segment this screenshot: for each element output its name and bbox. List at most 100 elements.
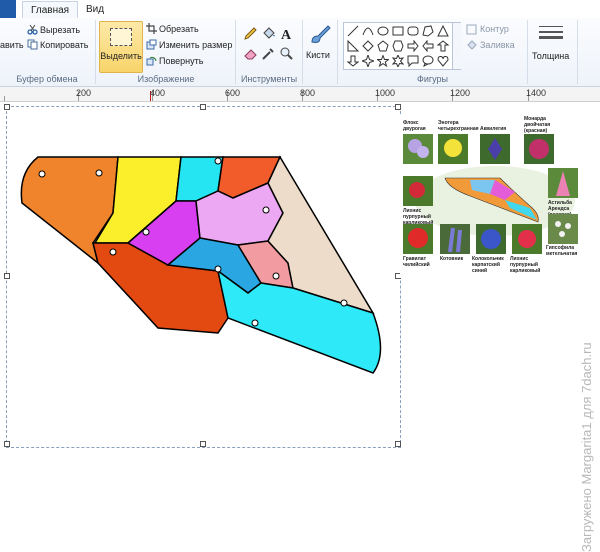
plant-photo-phlox xyxy=(403,134,433,164)
resize-handle[interactable] xyxy=(200,104,206,110)
star4-shape-icon[interactable] xyxy=(362,55,374,67)
fill-bucket-icon[interactable] xyxy=(261,26,276,41)
up-arrow-shape-icon[interactable] xyxy=(437,40,449,52)
left-arrow-shape-icon[interactable] xyxy=(422,40,434,52)
pencil-icon[interactable] xyxy=(243,26,258,41)
scissors-icon xyxy=(27,24,38,35)
plant-marker xyxy=(262,206,270,214)
plant-label: Лихнис пурпурный карликовый xyxy=(510,256,541,274)
fill-icon xyxy=(467,40,477,50)
plant-label: Флокс двурогая xyxy=(403,120,426,132)
svg-text:A: A xyxy=(281,28,292,41)
plant-marker xyxy=(214,265,222,273)
select-icon xyxy=(110,28,132,46)
color-picker-icon[interactable] xyxy=(261,46,276,61)
resize-handle[interactable] xyxy=(4,104,10,110)
resize-handle[interactable] xyxy=(395,104,401,110)
right-triangle-shape-icon[interactable] xyxy=(347,40,359,52)
plant-marker xyxy=(109,248,117,256)
file-menu-tab[interactable] xyxy=(0,0,16,18)
horizontal-ruler: 200 400 600 800 1000 1200 1400 xyxy=(0,87,600,102)
rotate-button[interactable]: Повернуть xyxy=(159,56,203,66)
outline-icon xyxy=(466,24,477,35)
group-label-tools: Инструменты xyxy=(240,74,298,84)
reference-illustration: Флокс двурогая Энотера четырехгранная Ак… xyxy=(400,116,582,278)
canvas-workspace[interactable]: Флокс двурогая Энотера четырехгранная Ак… xyxy=(0,102,600,552)
heart-shape-icon[interactable] xyxy=(437,55,449,67)
oval-shape-icon[interactable] xyxy=(377,25,389,37)
resize-handle[interactable] xyxy=(395,441,401,447)
plant-photo-evening-primrose xyxy=(438,134,468,164)
ruler-label: 1000 xyxy=(375,88,396,98)
tab-home[interactable]: Главная xyxy=(22,1,79,19)
line-shape-icon[interactable] xyxy=(347,25,359,37)
rotate-icon xyxy=(146,56,157,66)
curve-shape-icon[interactable] xyxy=(362,25,374,37)
plant-marker xyxy=(251,319,259,327)
paste-button[interactable]: авить xyxy=(0,40,24,50)
eraser-icon[interactable] xyxy=(243,46,258,61)
copy-button[interactable]: Копировать xyxy=(40,40,88,50)
resize-handle[interactable] xyxy=(200,441,206,447)
resize-handle[interactable] xyxy=(4,441,10,447)
callout-rect-shape-icon[interactable] xyxy=(407,55,419,67)
divider xyxy=(235,20,236,84)
group-label-shapes: Фигуры xyxy=(416,74,449,84)
rectangle-shape-icon[interactable] xyxy=(392,25,404,37)
polygon-shape-icon[interactable] xyxy=(422,25,434,37)
watermark-text: Загружено Margarita1 для 7dach.ru xyxy=(579,342,594,552)
group-label-clipboard: Буфер обмена xyxy=(16,74,78,84)
diamond-shape-icon[interactable] xyxy=(362,40,374,52)
plant-photo-columbine xyxy=(480,134,510,164)
size-button[interactable]: Толщина xyxy=(532,51,569,61)
tab-view[interactable]: Вид xyxy=(78,1,112,18)
hexagon-shape-icon[interactable] xyxy=(392,40,404,52)
ruler-label: 800 xyxy=(300,88,316,98)
crop-icon xyxy=(146,23,157,34)
ruler-label: 1200 xyxy=(450,88,471,98)
plant-marker xyxy=(95,169,103,177)
plant-marker xyxy=(38,170,46,178)
pentagon-shape-icon[interactable] xyxy=(377,40,389,52)
plant-photo-campanula xyxy=(476,224,506,254)
right-arrow-shape-icon[interactable] xyxy=(407,40,419,52)
select-button[interactable]: Выделить xyxy=(99,21,143,73)
ruler-label: 400 xyxy=(150,88,166,98)
select-label: Выделить xyxy=(100,51,142,61)
star5-shape-icon[interactable] xyxy=(377,55,389,67)
divider xyxy=(577,20,578,84)
plant-photo-astilbe xyxy=(548,168,578,198)
ruler-label: 1400 xyxy=(526,88,547,98)
copy-icon xyxy=(27,39,38,50)
star6-shape-icon[interactable] xyxy=(392,55,404,67)
plant-label: Энотера четырехгранная xyxy=(438,120,479,132)
plant-marker xyxy=(142,228,150,236)
text-icon[interactable]: A xyxy=(279,26,294,41)
plant-label: Гипсофила метельчатая xyxy=(546,245,578,257)
cut-button[interactable]: Вырезать xyxy=(40,25,80,35)
plant-label: Колокольчик карпатский синий xyxy=(472,256,504,274)
plant-marker xyxy=(272,272,280,280)
brush-icon[interactable] xyxy=(308,22,332,46)
triangle-shape-icon[interactable] xyxy=(437,25,449,37)
divider xyxy=(337,20,338,84)
crop-button[interactable]: Обрезать xyxy=(159,24,199,34)
fill-button[interactable]: Заливка xyxy=(480,40,515,50)
group-label-image: Изображение xyxy=(137,74,195,84)
plant-label: Гравилат чилийский xyxy=(403,256,430,268)
down-arrow-shape-icon[interactable] xyxy=(347,55,359,67)
brushes-button[interactable]: Кисти xyxy=(306,50,330,60)
plant-photo-monarda xyxy=(524,134,554,164)
resize-handle[interactable] xyxy=(4,273,10,279)
divider xyxy=(302,20,303,84)
shapes-scroll[interactable] xyxy=(452,23,461,69)
magnifier-icon[interactable] xyxy=(279,46,294,61)
resize-button[interactable]: Изменить размер xyxy=(159,40,232,50)
outline-button[interactable]: Контур xyxy=(480,24,509,34)
shapes-gallery[interactable] xyxy=(343,22,461,70)
plant-photo-geum xyxy=(403,224,433,254)
plant-photo-gypsophila xyxy=(548,214,578,244)
rounded-rectangle-shape-icon[interactable] xyxy=(407,25,419,37)
ruler-tick xyxy=(4,96,5,101)
callout-oval-shape-icon[interactable] xyxy=(422,55,434,67)
